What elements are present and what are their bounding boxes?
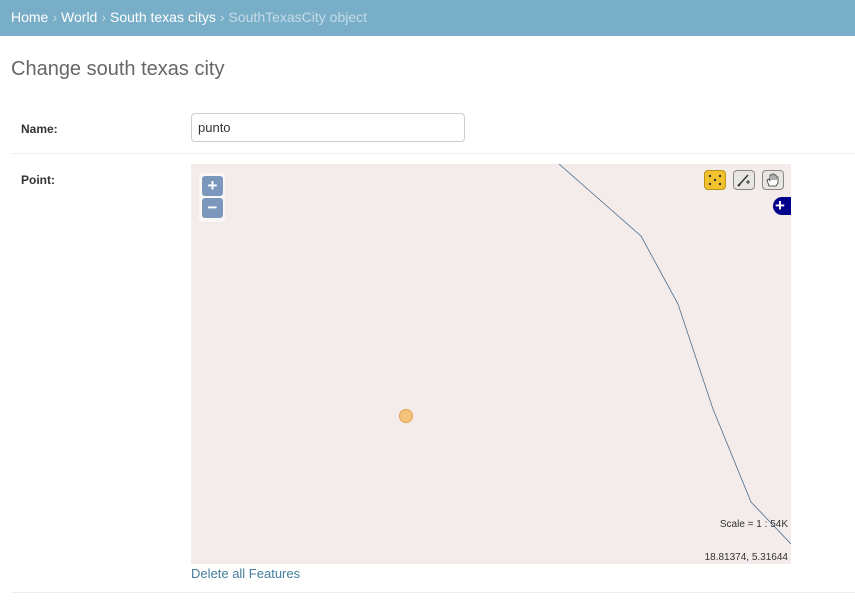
breadcrumb-home[interactable]: Home <box>11 9 48 25</box>
row-divider <box>11 153 855 154</box>
draw-point-icon[interactable] <box>733 170 755 190</box>
zoom-out-button[interactable]: − <box>202 198 223 218</box>
row-divider <box>11 592 855 593</box>
plus-icon: + <box>775 196 785 215</box>
page-title: Change south texas city <box>11 58 225 80</box>
select-points-icon[interactable] <box>704 170 726 190</box>
zoom-control: + − <box>199 173 225 222</box>
delete-all-features-link[interactable]: Delete all Features <box>191 566 300 581</box>
breadcrumb-model[interactable]: South texas citys <box>110 9 216 25</box>
breadcrumb-current: SouthTexasCity object <box>228 9 368 25</box>
breadcrumb-separator: › <box>52 9 58 25</box>
zoom-in-button[interactable]: + <box>202 176 223 196</box>
scale-readout: Scale = 1 : 54K <box>719 519 788 530</box>
breadcrumb-separator: › <box>219 9 225 25</box>
breadcrumb: Home › World › South texas citys › SouthTexasC… <box>0 0 855 36</box>
mouse-coordinates: 18.81374, 5.31644 <box>704 552 788 563</box>
layer-switcher-button[interactable]: + <box>773 196 791 215</box>
breadcrumb-separator: › <box>101 9 107 25</box>
pan-hand-icon[interactable] <box>762 170 784 190</box>
name-input[interactable] <box>191 113 465 142</box>
map-point-marker[interactable] <box>399 409 413 423</box>
map-widget[interactable]: + − + Scale = 1 : 54K 18.81374, 5.31644 <box>191 164 791 564</box>
breadcrumb-world[interactable]: World <box>61 9 97 25</box>
map-boundary-line <box>558 164 791 545</box>
name-label: Name: <box>21 122 58 136</box>
point-label: Point: <box>21 173 55 187</box>
